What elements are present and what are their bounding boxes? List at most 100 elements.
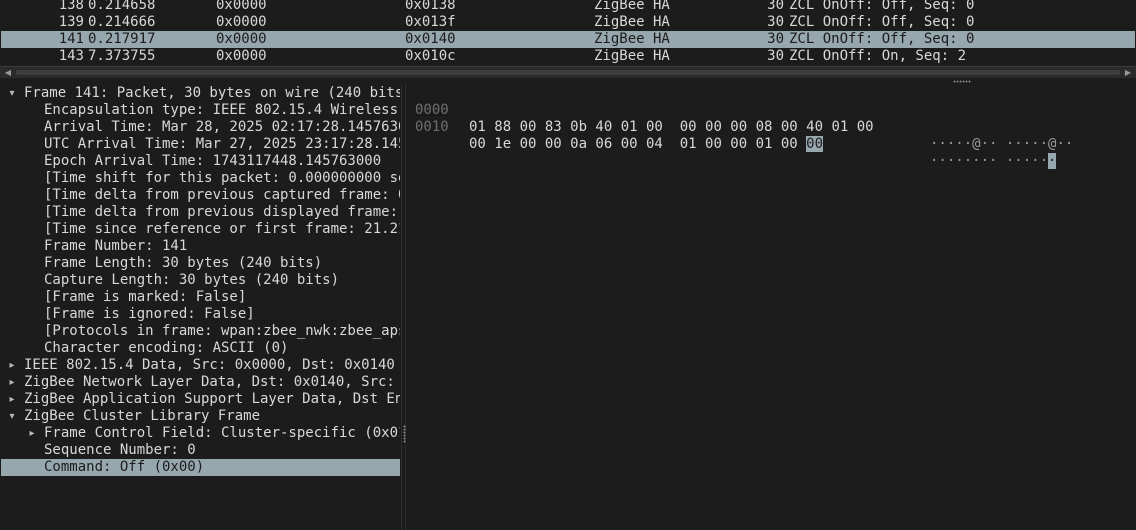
packet-cell-info: ZCL OnOff: Off, Seq: 0: [789, 14, 975, 30]
tree-item[interactable]: [Time delta from previous captured frame…: [1, 187, 400, 204]
packet-cell-len: 30: [767, 0, 784, 13]
hex-gap: [663, 119, 680, 135]
tree-item[interactable]: [Time shift for this packet: 0.000000000…: [1, 170, 400, 187]
ascii-gap: [997, 153, 1005, 169]
tree-item[interactable]: ▸ ZigBee Network Layer Data, Dst: 0x0140,…: [1, 374, 400, 391]
tree-item-label: Frame Number: 141: [44, 238, 188, 254]
tree-item[interactable]: Encapsulation type: IEEE 802.15.4 Wirele…: [1, 102, 400, 119]
ascii-group-a: ·····@··: [930, 136, 998, 152]
bytes-hex[interactable]: 00 1e 00 00 0a 06 00 04 01 00 00 01 00 0…: [469, 136, 824, 153]
packet-cell-len: 30: [767, 48, 784, 64]
packet-cell-len: 30: [767, 14, 784, 30]
packet-cell-no: 138: [58, 0, 84, 13]
tree-item[interactable]: ▸ ZigBee Application Support Layer Data, …: [1, 391, 400, 408]
tree-item[interactable]: ▾ ZigBee Cluster Library Frame: [1, 408, 400, 425]
tree-item[interactable]: ▾ Frame 141: Packet, 30 bytes on wire (24…: [1, 85, 400, 102]
tree-item[interactable]: Frame Number: 141: [1, 238, 400, 255]
scrollbar-track[interactable]: [16, 70, 1120, 75]
packet-cell-dst: 0x013f: [405, 14, 456, 30]
tree-item-label: Capture Length: 30 bytes (240 bits): [44, 272, 340, 288]
tree-item-label: Sequence Number: 0: [44, 442, 196, 458]
tree-item-label: [Frame is marked: False]: [44, 289, 247, 305]
tree-item-label: [Frame is ignored: False]: [44, 306, 255, 322]
tree-item[interactable]: [Time since reference or first frame: 21…: [1, 221, 400, 238]
tree-item-label: IEEE 802.15.4 Data, Src: 0x0000, Dst: 0x…: [24, 357, 395, 373]
hex-highlighted-byte[interactable]: 00: [806, 136, 824, 152]
packet-cell-src: 0x0000: [216, 48, 267, 64]
tree-item[interactable]: [Time delta from previous displayed fram…: [1, 204, 400, 221]
expand-arrow-right-icon[interactable]: ▸: [7, 391, 17, 408]
tree-item[interactable]: Frame Length: 30 bytes (240 bits): [1, 255, 400, 272]
tree-item-label: ZigBee Cluster Library Frame: [24, 408, 261, 424]
tree-item[interactable]: Command: Off (0x00): [1, 459, 400, 476]
tree-item-label: UTC Arrival Time: Mar 27, 2025 23:17:28.…: [44, 136, 400, 152]
tree-item[interactable]: [Frame is marked: False]: [1, 289, 400, 306]
tree-item-label: ZigBee Network Layer Data, Dst: 0x0140, …: [24, 374, 395, 390]
packet-cell-time: 7.373755: [88, 48, 156, 64]
expand-arrow-right-icon[interactable]: ▸: [7, 374, 17, 391]
packet-cell-proto: ZigBee HA: [594, 48, 670, 64]
ascii-highlighted-byte[interactable]: ·: [1048, 153, 1057, 169]
tree-item[interactable]: Capture Length: 30 bytes (240 bits): [1, 272, 400, 289]
packet-cell-src: 0x0000: [216, 14, 267, 30]
scroll-right-arrow-icon[interactable]: ▶: [1122, 67, 1134, 78]
tree-item[interactable]: Character encoding: ASCII (0): [1, 340, 400, 357]
packet-cell-time: 0.214666: [88, 14, 156, 30]
tree-item-label: Frame Length: 30 bytes (240 bits): [44, 255, 323, 271]
splitter-grip-icon[interactable]: [953, 80, 971, 83]
tree-item-label: ZigBee Application Support Layer Data, D…: [24, 391, 400, 407]
tree-item[interactable]: ▸ IEEE 802.15.4 Data, Src: 0x0000, Dst: 0…: [1, 357, 400, 374]
packet-details-tree[interactable]: ▾ Frame 141: Packet, 30 bytes on wire (24…: [0, 85, 401, 530]
packet-cell-proto: ZigBee HA: [594, 0, 670, 13]
tree-item-label: [Protocols in frame: wpan:zbee_nwk:zbee_…: [44, 323, 400, 339]
packet-row[interactable]: 141 0.217917 0x0000 0x0140 ZigBee HA 30 ZCL On…: [1, 31, 1135, 48]
tree-item[interactable]: [Frame is ignored: False]: [1, 306, 400, 323]
bytes-ascii[interactable]: ·····@·· ·····@··: [930, 136, 1073, 153]
packet-row[interactable]: 143 7.373755 0x0000 0x010c ZigBee HA 30 ZCL On…: [1, 48, 1135, 65]
bytes-hex[interactable]: 01 88 00 83 0b 40 01 00 00 00 00 08 00 4…: [469, 119, 874, 136]
tree-item-label: [Time delta from previous displayed fram…: [44, 204, 399, 220]
tree-item-label: [Time delta from previous captured frame…: [44, 187, 400, 203]
bytes-ascii[interactable]: ········ ······: [930, 153, 1057, 170]
ascii-group-b: ·····: [1005, 153, 1049, 169]
expand-arrow-right-icon[interactable]: ▸: [27, 425, 37, 442]
expand-arrow-down-icon[interactable]: ▾: [7, 408, 17, 425]
hex-gap: [663, 136, 680, 152]
packet-cell-time: 0.217917: [88, 31, 156, 47]
packet-cell-no: 141: [58, 31, 84, 47]
hex-group-b: 00 00 00 08 00 40 01 00: [679, 119, 874, 135]
bytes-row[interactable]: 0010 00 1e 00 00 0a 06 00 04 01 00 00 01…: [415, 102, 1057, 169]
expand-arrow-right-icon[interactable]: ▸: [7, 357, 17, 374]
bytes-row[interactable]: 0000 01 88 00 83 0b 40 01 00 00 00 00 08…: [415, 85, 1073, 152]
hex-group-a: 01 88 00 83 0b 40 01 00: [469, 119, 663, 135]
tree-item[interactable]: UTC Arrival Time: Mar 27, 2025 23:17:28.…: [1, 136, 400, 153]
tree-item-label: Command: Off (0x00): [44, 459, 205, 475]
packet-bytes-pane[interactable]: 0000 01 88 00 83 0b 40 01 00 00 00 00 08…: [406, 85, 1136, 530]
packet-cell-src: 0x0000: [216, 31, 267, 47]
tree-item[interactable]: ▸ Frame Control Field: Cluster-specific (…: [1, 425, 400, 442]
packet-cell-info: ZCL OnOff: Off, Seq: 0: [789, 0, 975, 13]
packet-list-horizontal-scrollbar[interactable]: ◀ ▶: [0, 66, 1136, 78]
packet-row[interactable]: 139 0.214666 0x0000 0x013f ZigBee HA 30 ZCL On…: [1, 14, 1135, 31]
packet-row[interactable]: 138 0.214658 0x0000 0x0138 ZigBee HA 30 ZCL On…: [1, 0, 1135, 14]
tree-item-label: Encapsulation type: IEEE 802.15.4 Wirele…: [44, 102, 399, 118]
expand-arrow-down-icon[interactable]: ▾: [7, 85, 17, 102]
ascii-group-a: ········: [930, 153, 998, 169]
tree-item-label: Epoch Arrival Time: 1743117448.145763000: [44, 153, 382, 169]
packet-cell-dst: 0x010c: [405, 48, 456, 64]
packet-cell-dst: 0x0140: [405, 31, 456, 47]
packet-cell-info: ZCL OnOff: Off, Seq: 0: [789, 31, 975, 47]
tree-item[interactable]: Sequence Number: 0: [1, 442, 400, 459]
tree-item-label: Frame Control Field: Cluster-specific (0…: [44, 425, 400, 441]
tree-item-label: [Time shift for this packet: 0.000000000…: [44, 170, 400, 186]
tree-item[interactable]: [Protocols in frame: wpan:zbee_nwk:zbee_…: [1, 323, 400, 340]
packet-cell-proto: ZigBee HA: [594, 31, 670, 47]
packet-cell-proto: ZigBee HA: [594, 14, 670, 30]
tree-item-label: Arrival Time: Mar 28, 2025 02:17:28.1457…: [44, 119, 400, 135]
tree-item[interactable]: Epoch Arrival Time: 1743117448.145763000: [1, 153, 400, 170]
packet-list[interactable]: 138 0.214658 0x0000 0x0138 ZigBee HA 30 ZCL On…: [0, 0, 1136, 66]
tree-item[interactable]: Arrival Time: Mar 28, 2025 02:17:28.1457…: [1, 119, 400, 136]
list-details-splitter[interactable]: [0, 78, 1136, 85]
ascii-group-b: ·····@··: [1005, 136, 1074, 152]
scroll-left-arrow-icon[interactable]: ◀: [2, 67, 14, 78]
